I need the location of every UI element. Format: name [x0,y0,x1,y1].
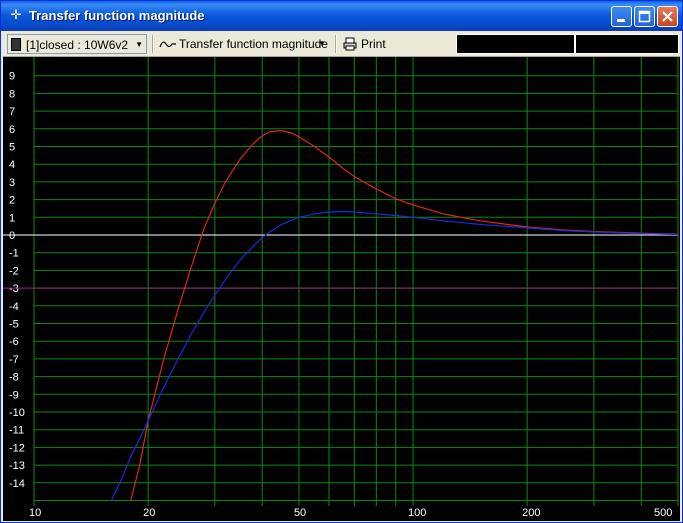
window-title: Transfer function magnitude [29,8,205,23]
toolbar-separator [152,35,154,53]
transfer-function-window: ✛ Transfer function magnitude [1]closed … [0,0,683,523]
y-tick-label: -3 [9,283,19,295]
x-tick-label: 50 [294,507,306,519]
y-tick-label: -12 [9,442,25,454]
y-tick-label: 7 [9,106,15,118]
status-panel-right [575,34,679,54]
print-label: Print [361,37,386,51]
y-tick-label: -5 [9,319,19,331]
title-bar[interactable]: ✛ Transfer function magnitude [1,1,682,31]
chevron-down-icon: ▼ [318,39,326,48]
y-tick-label: 2 [9,195,15,207]
y-tick-label: -6 [9,336,19,348]
toolbar-separator [335,35,337,53]
y-tick-label: 5 [9,142,15,154]
y-tick-label: -9 [9,389,19,401]
close-button[interactable] [657,6,678,27]
y-tick-label: 1 [9,212,15,224]
y-tick-label: -10 [9,407,25,419]
speaker-icon [11,38,21,51]
y-tick-label: -8 [9,372,19,384]
driver-select[interactable]: [1]closed : 10W6v2 ▼ [7,34,147,54]
chevron-down-icon: ▼ [135,40,143,49]
minimize-icon [617,19,625,22]
magnitude-plot[interactable]: 9 8 7 6 5 4 3 2 1 0 -1 -2 -3 -4 -5 -6 -7 -8 -9 -10 -11 -12 -13… [3,57,680,521]
close-icon [662,11,673,22]
y-tick-label: 6 [9,124,15,136]
printer-icon [343,37,357,51]
y-tick-label: -11 [9,425,24,437]
crosshair-icon: ✛ [10,7,22,22]
y-tick-label: -7 [9,354,19,366]
y-tick-label: -2 [9,265,19,277]
x-tick-label: 20 [143,507,155,519]
y-tick-label: 4 [9,159,15,171]
y-tick-label: -1 [9,248,19,260]
magnitude-chart: 9876543210-1-2-3-4-5-6-7-8-9-10-11-12-13… [3,57,679,519]
series-blue-line [110,210,679,501]
x-tick-label: 500 [654,507,672,519]
view-select[interactable]: Transfer function magnitude ▼ [157,34,329,54]
y-tick-label: 9 [9,71,15,83]
y-tick-label: -13 [9,460,25,472]
x-tick-label: 100 [408,507,426,519]
y-tick-label: 3 [9,177,15,189]
minimize-button[interactable] [611,6,632,27]
x-tick-label: 10 [29,507,41,519]
x-tick-label: 200 [522,507,540,519]
y-tick-label: -14 [9,478,25,490]
y-tick-label: 0 [9,230,15,242]
view-select-label: Transfer function magnitude [179,37,328,51]
series-red-line [130,129,679,501]
y-tick-label: -4 [9,301,19,313]
wave-icon [159,41,176,48]
print-button[interactable]: Print [341,34,391,54]
maximize-button[interactable] [634,6,655,27]
y-tick-label: 8 [9,88,15,100]
status-panel-left [456,34,575,54]
toolbar: [1]closed : 10W6v2 ▼ Transfer function m… [3,32,680,57]
maximize-icon [638,10,651,23]
driver-select-label: [1]closed : 10W6v2 [26,38,129,52]
